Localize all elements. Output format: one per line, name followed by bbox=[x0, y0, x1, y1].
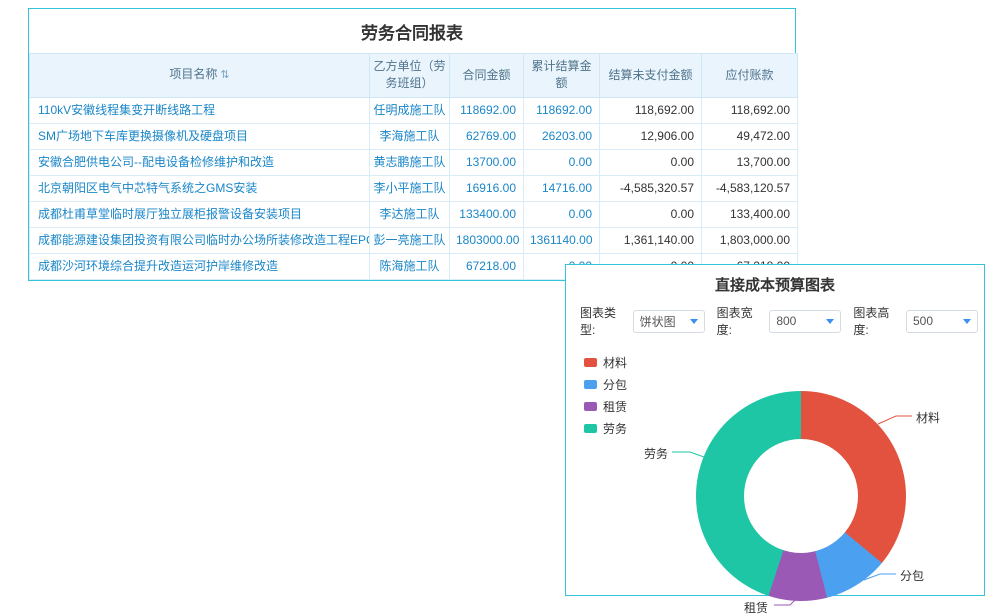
project-name-cell[interactable]: 成都能源建设集团投资有限公司临时办公场所装修改造工程EPC bbox=[30, 227, 370, 253]
chart-height-label: 图表高度: bbox=[853, 304, 903, 338]
header-project-label: 项目名称 bbox=[169, 67, 217, 81]
pie-label-material: 材料 bbox=[916, 409, 940, 426]
sort-icon[interactable]: ⇅ bbox=[220, 69, 229, 81]
pie-label-subcontract: 分包 bbox=[900, 567, 924, 584]
payable-amount-cell: -4,583,120.57 bbox=[702, 175, 798, 201]
unit-cell[interactable]: 任明成施工队 bbox=[370, 97, 450, 123]
table-row: 成都杜甫草堂临时展厅独立展柜报警设备安装项目 李达施工队 133400.00 0… bbox=[30, 201, 798, 227]
legend-label: 劳务 bbox=[603, 420, 627, 437]
table-header-row: 项目名称⇅ 乙方单位（劳务班组） 合同金额 累计结算金额 结算未支付金额 应付账… bbox=[30, 54, 798, 98]
project-name-cell[interactable]: 北京朝阳区电气中芯特气系统之GMS安装 bbox=[30, 175, 370, 201]
settled-amount-cell[interactable]: 26203.00 bbox=[524, 123, 600, 149]
table-row: 110kV安徽线程集变开断线路工程 任明成施工队 118692.00 11869… bbox=[30, 97, 798, 123]
project-name-cell[interactable]: SM广场地下车库更换摄像机及硬盘项目 bbox=[30, 123, 370, 149]
chart-type-value: 饼状图 bbox=[640, 313, 676, 330]
donut-chart[interactable] bbox=[696, 391, 906, 601]
chart-type-label: 图表类型: bbox=[580, 304, 630, 338]
settled-amount-cell[interactable]: 14716.00 bbox=[524, 175, 600, 201]
table-row: 北京朝阳区电气中芯特气系统之GMS安装 李小平施工队 16916.00 1471… bbox=[30, 175, 798, 201]
settled-amount-cell[interactable]: 0.00 bbox=[524, 201, 600, 227]
header-payable: 应付账款 bbox=[702, 54, 798, 98]
pie-label-lease: 租赁 bbox=[744, 599, 768, 616]
chevron-down-icon bbox=[690, 319, 698, 324]
payable-amount-cell: 1,803,000.00 bbox=[702, 227, 798, 253]
legend-swatch bbox=[584, 358, 597, 367]
settled-amount-cell[interactable]: 118692.00 bbox=[524, 97, 600, 123]
project-name-cell[interactable]: 成都沙河环境综合提升改造运河护岸维修改造 bbox=[30, 253, 370, 279]
table-row: SM广场地下车库更换摄像机及硬盘项目 李海施工队 62769.00 26203.… bbox=[30, 123, 798, 149]
chart-width-select[interactable]: 800 bbox=[769, 310, 841, 333]
pie-chart-area: 材料 分包 租赁 劳务 材料 分包 租赁 劳务 bbox=[566, 344, 984, 616]
table-row: 安徽合肥供电公司--配电设备检修维护和改造 黄志鹏施工队 13700.00 0.… bbox=[30, 149, 798, 175]
legend-label: 租赁 bbox=[603, 398, 627, 415]
unpaid-amount-cell: 0.00 bbox=[600, 201, 702, 227]
settled-amount-cell[interactable]: 0.00 bbox=[524, 149, 600, 175]
unpaid-amount-cell: -4,585,320.57 bbox=[600, 175, 702, 201]
chart-panel: 直接成本预算图表 图表类型: 饼状图 图表宽度: 800 图表高度: 500 bbox=[565, 264, 985, 596]
legend-swatch bbox=[584, 380, 597, 389]
legend-swatch bbox=[584, 424, 597, 433]
unit-cell[interactable]: 陈海施工队 bbox=[370, 253, 450, 279]
project-name-cell[interactable]: 安徽合肥供电公司--配电设备检修维护和改造 bbox=[30, 149, 370, 175]
contract-amount-cell[interactable]: 67218.00 bbox=[450, 253, 524, 279]
chart-type-select[interactable]: 饼状图 bbox=[633, 310, 705, 333]
project-name-cell[interactable]: 成都杜甫草堂临时展厅独立展柜报警设备安装项目 bbox=[30, 201, 370, 227]
legend-label: 材料 bbox=[603, 354, 627, 371]
unit-cell[interactable]: 黄志鹏施工队 bbox=[370, 149, 450, 175]
pie-label-labor: 劳务 bbox=[644, 445, 668, 462]
report-title: 劳务合同报表 bbox=[29, 9, 795, 53]
labor-contract-report-panel: 劳务合同报表 项目名称⇅ 乙方单位（劳务班组） 合同金额 累计结算金额 结算未支… bbox=[28, 8, 796, 281]
chart-width-control: 图表宽度: 800 bbox=[717, 304, 842, 338]
header-settled-amount: 累计结算金额 bbox=[524, 54, 600, 98]
chart-width-label: 图表宽度: bbox=[717, 304, 767, 338]
project-name-cell[interactable]: 110kV安徽线程集变开断线路工程 bbox=[30, 97, 370, 123]
unit-cell[interactable]: 李达施工队 bbox=[370, 201, 450, 227]
header-project[interactable]: 项目名称⇅ bbox=[30, 54, 370, 98]
legend-item[interactable]: 材料 bbox=[584, 354, 627, 371]
chevron-down-icon bbox=[963, 319, 971, 324]
chart-height-value: 500 bbox=[913, 314, 933, 328]
payable-amount-cell: 13,700.00 bbox=[702, 149, 798, 175]
unit-cell[interactable]: 李海施工队 bbox=[370, 123, 450, 149]
legend-item[interactable]: 劳务 bbox=[584, 420, 627, 437]
legend-item[interactable]: 租赁 bbox=[584, 398, 627, 415]
unpaid-amount-cell: 118,692.00 bbox=[600, 97, 702, 123]
unit-cell[interactable]: 李小平施工队 bbox=[370, 175, 450, 201]
payable-amount-cell: 49,472.00 bbox=[702, 123, 798, 149]
chart-height-control: 图表高度: 500 bbox=[853, 304, 978, 338]
contract-amount-cell[interactable]: 13700.00 bbox=[450, 149, 524, 175]
unpaid-amount-cell: 0.00 bbox=[600, 149, 702, 175]
legend-swatch bbox=[584, 402, 597, 411]
contract-amount-cell[interactable]: 118692.00 bbox=[450, 97, 524, 123]
donut-hole bbox=[744, 439, 858, 553]
header-contract-amount: 合同金额 bbox=[450, 54, 524, 98]
contract-amount-cell[interactable]: 16916.00 bbox=[450, 175, 524, 201]
header-unpaid-amount: 结算未支付金额 bbox=[600, 54, 702, 98]
contract-amount-cell[interactable]: 62769.00 bbox=[450, 123, 524, 149]
legend-label: 分包 bbox=[603, 376, 627, 393]
chart-title: 直接成本预算图表 bbox=[566, 265, 984, 300]
settled-amount-cell[interactable]: 1361140.00 bbox=[524, 227, 600, 253]
chart-width-value: 800 bbox=[776, 314, 796, 328]
payable-amount-cell: 118,692.00 bbox=[702, 97, 798, 123]
unit-cell[interactable]: 彭一亮施工队 bbox=[370, 227, 450, 253]
chart-legend: 材料 分包 租赁 劳务 bbox=[584, 354, 627, 437]
contract-amount-cell[interactable]: 133400.00 bbox=[450, 201, 524, 227]
chart-height-select[interactable]: 500 bbox=[906, 310, 978, 333]
payable-amount-cell: 133,400.00 bbox=[702, 201, 798, 227]
report-table-body: 110kV安徽线程集变开断线路工程 任明成施工队 118692.00 11869… bbox=[30, 97, 798, 279]
chevron-down-icon bbox=[826, 319, 834, 324]
header-unit: 乙方单位（劳务班组） bbox=[370, 54, 450, 98]
legend-item[interactable]: 分包 bbox=[584, 376, 627, 393]
chart-type-control: 图表类型: 饼状图 bbox=[580, 304, 705, 338]
unpaid-amount-cell: 12,906.00 bbox=[600, 123, 702, 149]
contract-amount-cell[interactable]: 1803000.00 bbox=[450, 227, 524, 253]
chart-controls: 图表类型: 饼状图 图表宽度: 800 图表高度: 500 bbox=[566, 300, 984, 338]
table-row: 成都能源建设集团投资有限公司临时办公场所装修改造工程EPC 彭一亮施工队 180… bbox=[30, 227, 798, 253]
report-table: 项目名称⇅ 乙方单位（劳务班组） 合同金额 累计结算金额 结算未支付金额 应付账… bbox=[29, 53, 798, 280]
unpaid-amount-cell: 1,361,140.00 bbox=[600, 227, 702, 253]
